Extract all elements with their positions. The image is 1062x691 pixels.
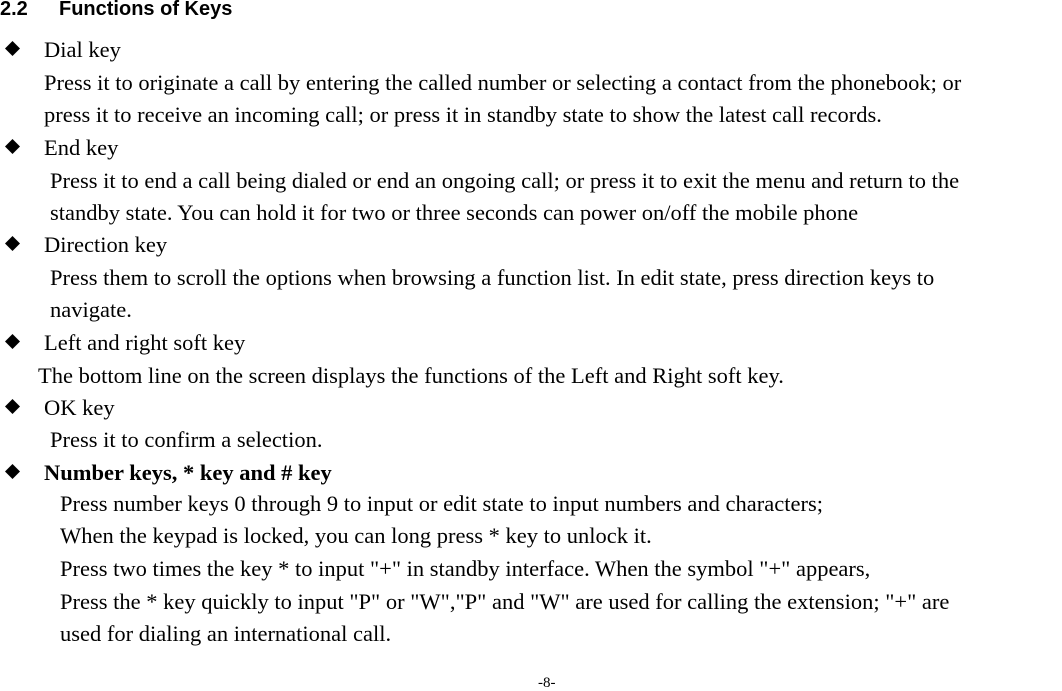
diamond-bullet-icon: [5, 139, 20, 154]
diamond-bullet-icon: [5, 334, 20, 349]
page-number: -8-: [538, 675, 556, 691]
item-description-line: Press number keys 0 through 9 to input o…: [60, 491, 823, 516]
item-description-line: press it to receive an incoming call; or…: [44, 102, 882, 127]
diamond-bullet-icon: [5, 41, 20, 56]
item-description-line: Press them to scroll the options when br…: [50, 265, 935, 290]
item-description-line: Press it to originate a call by entering…: [44, 70, 962, 95]
item-label: Number keys, * key and # key: [44, 460, 332, 485]
item-description-line: Press the * key quickly to input "P" or …: [60, 589, 950, 614]
item-label: Direction key: [44, 232, 168, 257]
diamond-bullet-icon: [5, 236, 20, 251]
section-title: Functions of Keys: [59, 0, 233, 20]
section-number: 2.2: [0, 0, 28, 20]
item-description-line: The bottom line on the screen displays t…: [38, 363, 784, 388]
item-label: Left and right soft key: [44, 330, 246, 355]
item-description-line: When the keypad is locked, you can long …: [60, 523, 652, 548]
item-label: OK key: [44, 395, 115, 420]
item-description-line: Press two times the key * to input "+" i…: [60, 556, 871, 581]
item-description-line: standby state. You can hold it for two o…: [50, 200, 859, 225]
section-heading: 2.2 Functions of Keys: [0, 0, 232, 21]
item-description-line: used for dialing an international call.: [60, 621, 392, 646]
item-label: Dial key: [44, 37, 121, 62]
diamond-bullet-icon: [5, 399, 20, 414]
diamond-bullet-icon: [5, 464, 20, 479]
item-description-line: Press it to end a call being dialed or e…: [50, 168, 960, 193]
item-label: End key: [44, 135, 119, 160]
item-description-line: navigate.: [50, 297, 132, 322]
item-description-line: Press it to confirm a selection.: [50, 427, 323, 452]
